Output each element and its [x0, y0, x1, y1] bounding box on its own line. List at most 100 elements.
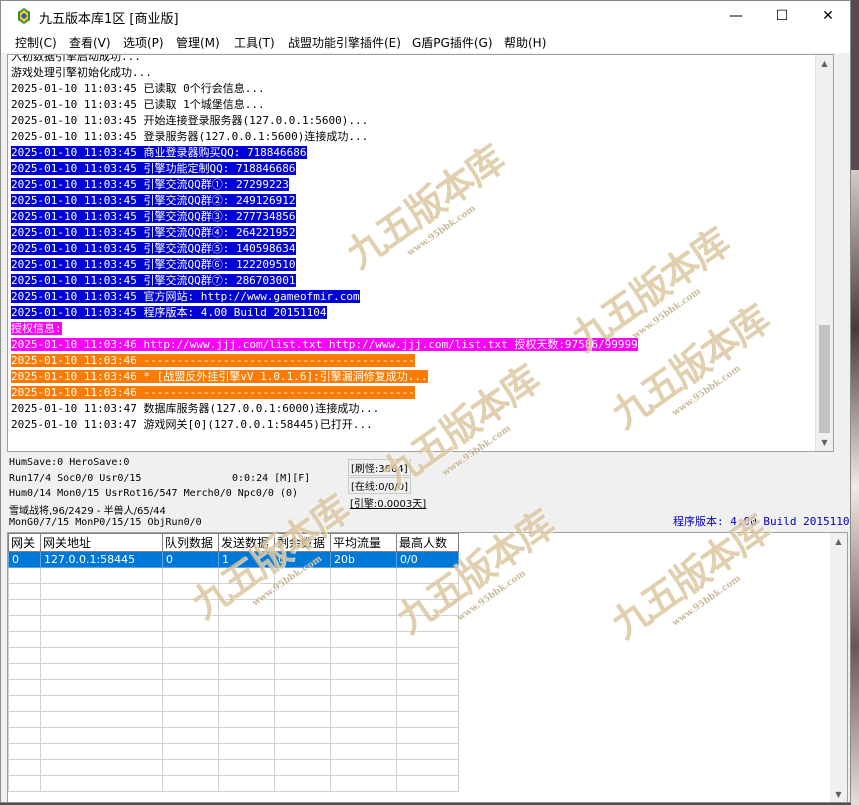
table-cell[interactable]	[396, 615, 459, 632]
column-header[interactable]: 剩余数据	[274, 533, 331, 552]
table-cell[interactable]	[274, 615, 331, 632]
table-cell[interactable]	[330, 583, 397, 600]
table-cell[interactable]	[8, 583, 41, 600]
table-cell[interactable]	[330, 615, 397, 632]
table-row-empty[interactable]	[8, 615, 459, 632]
table-cell[interactable]	[8, 743, 41, 760]
table-cell[interactable]	[274, 679, 331, 696]
table-cell[interactable]	[218, 775, 275, 792]
table-cell[interactable]	[40, 727, 163, 744]
table-cell[interactable]	[162, 727, 219, 744]
minimize-button[interactable]: —	[713, 1, 759, 31]
table-cell[interactable]: 127.0.0.1:58445	[40, 551, 163, 568]
table-row-empty[interactable]	[8, 567, 459, 584]
table-row-empty[interactable]	[8, 743, 459, 760]
table-cell[interactable]	[274, 711, 331, 728]
table-cell[interactable]	[162, 615, 219, 632]
table-row-empty[interactable]	[8, 759, 459, 776]
table-cell[interactable]	[218, 663, 275, 680]
table-cell[interactable]	[330, 695, 397, 712]
table-row-empty[interactable]	[8, 727, 459, 744]
menu-help[interactable]: 帮助(H)	[504, 34, 546, 51]
table-cell[interactable]	[162, 695, 219, 712]
table-cell[interactable]	[8, 775, 41, 792]
scroll-down-icon[interactable]: ▼	[816, 434, 833, 451]
table-cell[interactable]	[40, 663, 163, 680]
column-header[interactable]: 发送数据	[218, 533, 275, 552]
table-cell[interactable]: 20b	[330, 551, 397, 568]
table-cell[interactable]	[274, 695, 331, 712]
table-cell[interactable]	[330, 679, 397, 696]
table-row[interactable]: 0 127.0.0.1:58445 0 1 0 20b 0/0	[8, 551, 459, 568]
menu-control[interactable]: 控制(C)	[15, 34, 57, 51]
table-cell[interactable]	[274, 647, 331, 664]
table-cell[interactable]	[162, 663, 219, 680]
table-cell[interactable]	[40, 743, 163, 760]
table-cell[interactable]	[330, 711, 397, 728]
menu-manage[interactable]: 管理(M)	[176, 34, 220, 51]
table-cell[interactable]	[162, 567, 219, 584]
table-cell[interactable]	[396, 743, 459, 760]
scroll-thumb[interactable]	[819, 325, 830, 433]
scroll-up-icon[interactable]: ▲	[830, 533, 847, 550]
table-cell[interactable]	[274, 743, 331, 760]
table-cell[interactable]	[162, 631, 219, 648]
table-cell[interactable]	[396, 711, 459, 728]
table-cell[interactable]	[330, 599, 397, 616]
menu-options[interactable]: 选项(P)	[123, 34, 164, 51]
scroll-up-icon[interactable]: ▲	[816, 55, 833, 72]
table-cell[interactable]	[274, 583, 331, 600]
table-cell[interactable]: 0	[274, 551, 331, 568]
table-cell[interactable]	[8, 631, 41, 648]
table-cell[interactable]	[396, 775, 459, 792]
table-cell[interactable]	[8, 695, 41, 712]
table-row-empty[interactable]	[8, 679, 459, 696]
table-cell[interactable]	[8, 647, 41, 664]
table-row-empty[interactable]	[8, 663, 459, 680]
menu-zhanmeng-plugin[interactable]: 战盟功能引擎插件(E)	[288, 34, 401, 51]
table-row-empty[interactable]	[8, 647, 459, 664]
table-cell[interactable]	[218, 679, 275, 696]
table-cell[interactable]	[396, 679, 459, 696]
table-cell[interactable]	[162, 583, 219, 600]
gateway-table[interactable]: 网关 网关地址 队列数据 发送数据 剩余数据 平均流量 最高人数 0 127.0.…	[7, 532, 848, 802]
table-scrollbar[interactable]: ▲ ▼	[830, 533, 847, 802]
title-bar[interactable]: 九五版本库1区 [商业版] — ☐ ✕	[1, 1, 850, 31]
table-cell[interactable]	[40, 711, 163, 728]
table-cell[interactable]	[162, 647, 219, 664]
table-cell[interactable]	[396, 647, 459, 664]
table-cell[interactable]	[40, 567, 163, 584]
table-row-empty[interactable]	[8, 599, 459, 616]
table-cell[interactable]	[274, 599, 331, 616]
table-row-empty[interactable]	[8, 775, 459, 792]
menu-tools[interactable]: 工具(T)	[234, 34, 275, 51]
table-cell[interactable]	[218, 711, 275, 728]
table-cell[interactable]	[330, 759, 397, 776]
column-header[interactable]: 平均流量	[330, 533, 397, 552]
log-panel[interactable]: 入初数据引擎启动成功... 游戏处理引擎初始化成功... 2025-01-10 11…	[7, 54, 834, 452]
table-cell[interactable]	[274, 727, 331, 744]
table-cell[interactable]	[8, 727, 41, 744]
table-cell[interactable]	[218, 759, 275, 776]
table-cell[interactable]: 1	[218, 551, 275, 568]
table-cell[interactable]	[8, 679, 41, 696]
table-row-empty[interactable]	[8, 695, 459, 712]
table-cell[interactable]	[396, 583, 459, 600]
table-cell[interactable]	[396, 759, 459, 776]
table-cell[interactable]	[274, 567, 331, 584]
table-cell[interactable]	[8, 711, 41, 728]
log-scrollbar[interactable]: ▲ ▼	[815, 55, 833, 451]
table-cell[interactable]	[8, 599, 41, 616]
table-cell[interactable]: 0	[162, 551, 219, 568]
table-cell[interactable]	[274, 663, 331, 680]
scroll-down-icon[interactable]: ▼	[830, 786, 847, 802]
table-cell[interactable]	[274, 775, 331, 792]
menu-gdun-plugin[interactable]: G盾PG插件(G)	[412, 34, 493, 51]
table-cell[interactable]	[274, 759, 331, 776]
table-cell[interactable]	[218, 567, 275, 584]
table-cell[interactable]	[8, 567, 41, 584]
table-cell[interactable]	[330, 727, 397, 744]
maximize-button[interactable]: ☐	[759, 1, 805, 31]
table-row-empty[interactable]	[8, 631, 459, 648]
table-cell[interactable]	[218, 695, 275, 712]
